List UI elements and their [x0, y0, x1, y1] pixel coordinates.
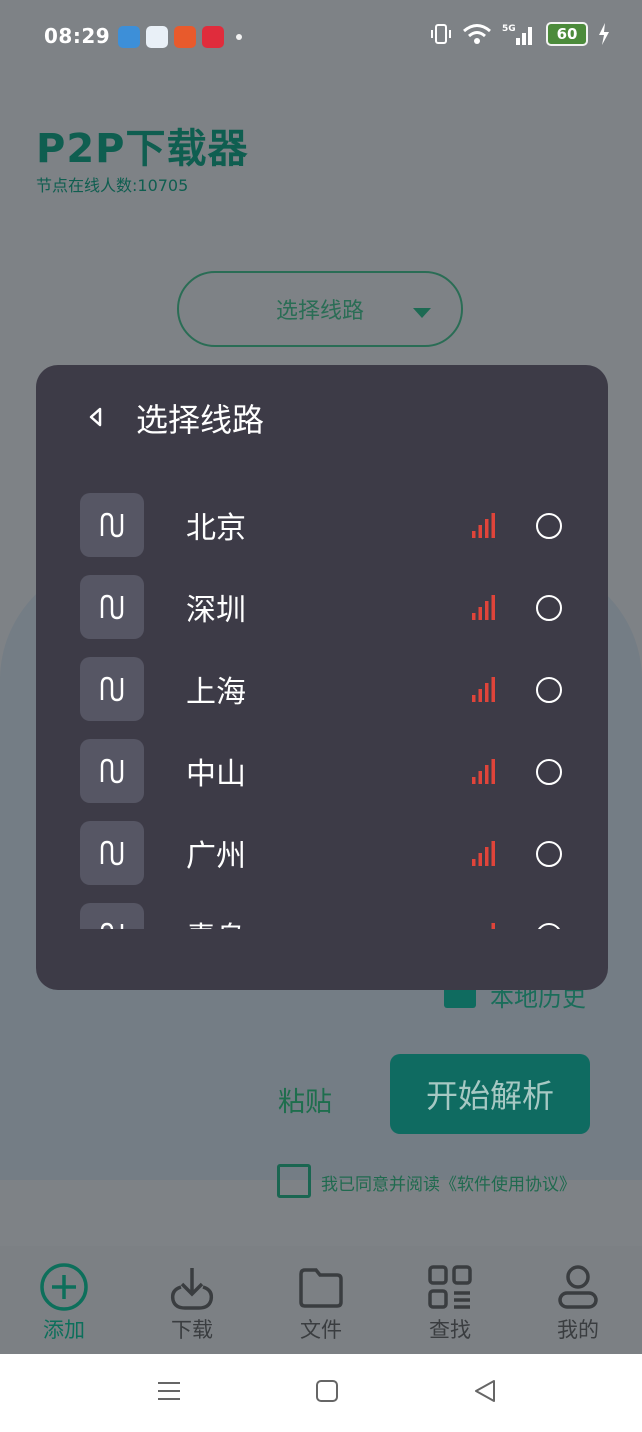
- route-option[interactable]: 深圳: [36, 573, 608, 655]
- route-tile: [80, 821, 144, 885]
- back-arrow-icon[interactable]: [86, 405, 106, 429]
- route-wave-icon: [100, 512, 124, 538]
- route-wave-icon: [100, 840, 124, 866]
- route-wave-icon: [100, 676, 124, 702]
- app-title: P2P下载器: [36, 126, 249, 172]
- route-radio-button[interactable]: [536, 677, 562, 703]
- route-list[interactable]: 北京深圳上海中山广州青岛: [36, 489, 608, 929]
- start-parse-label: 开始解析: [425, 1077, 554, 1115]
- dialog-title: 选择线路: [136, 401, 265, 439]
- tab-label: 下载: [171, 1318, 213, 1342]
- route-option[interactable]: 中山: [36, 737, 608, 819]
- route-city-label: 深圳: [186, 593, 246, 628]
- agreement-checkbox[interactable]: [277, 1164, 311, 1198]
- route-city-label: 上海: [186, 675, 246, 710]
- recent-apps-icon[interactable]: [156, 1378, 182, 1404]
- tab-label: 文件: [300, 1318, 342, 1342]
- signal-strength-icon: [472, 759, 495, 784]
- charging-icon: [599, 23, 609, 45]
- signal-strength-icon: [472, 513, 495, 538]
- route-tile: [80, 657, 144, 721]
- tab-label: 查找: [429, 1318, 471, 1342]
- online-count: 节点在线人数:10705: [36, 176, 189, 195]
- signal-strength-icon: [491, 923, 495, 929]
- signal-strength-icon: [472, 595, 495, 620]
- route-wave-icon: [100, 594, 124, 620]
- status-bar: 08:29 5G 60: [0, 0, 642, 74]
- route-city-label: 广州: [186, 839, 246, 874]
- paste-button[interactable]: 粘贴: [278, 1080, 332, 1119]
- route-selection-dialog: 选择线路 北京深圳上海中山广州青岛: [36, 365, 608, 990]
- route-tile: [80, 739, 144, 803]
- tab-label: 添加: [43, 1318, 85, 1342]
- wifi-icon: [463, 24, 491, 44]
- route-option[interactable]: 上海: [36, 655, 608, 737]
- svg-text:5G: 5G: [502, 24, 516, 34]
- dropdown-caret-icon: [413, 308, 431, 318]
- folder-icon: [299, 1268, 343, 1308]
- status-right: 5G 60: [430, 22, 610, 46]
- route-wave-icon: [100, 922, 124, 929]
- route-tile: [80, 903, 144, 929]
- route-option[interactable]: 广州: [36, 819, 608, 901]
- tab-files[interactable]: 文件: [281, 1262, 361, 1344]
- tab-add[interactable]: 添加: [24, 1262, 104, 1344]
- app-notification-icon: [118, 26, 140, 48]
- route-city-label: 北京: [186, 511, 246, 546]
- start-parse-button[interactable]: 开始解析: [390, 1054, 590, 1134]
- battery-indicator: 60: [546, 22, 588, 46]
- route-wave-icon: [100, 758, 124, 784]
- vibrate-icon: [431, 24, 451, 44]
- home-icon[interactable]: [314, 1378, 340, 1404]
- route-radio-button[interactable]: [536, 513, 562, 539]
- route-radio-button[interactable]: [536, 923, 562, 929]
- tab-download[interactable]: 下载: [152, 1262, 232, 1344]
- download-icon: [170, 1268, 214, 1310]
- app-notification-icon: [174, 26, 196, 48]
- app-notification-icon: [202, 26, 224, 48]
- signal-strength-icon: [472, 677, 495, 702]
- plus-circle-icon: [40, 1263, 88, 1311]
- signal-strength-icon: [472, 841, 495, 866]
- system-nav-bar: [0, 1354, 642, 1432]
- route-city-label: 青岛: [186, 913, 246, 929]
- route-tile: [80, 575, 144, 639]
- route-radio-button[interactable]: [536, 595, 562, 621]
- battery-level: 60: [556, 25, 578, 43]
- route-selector-label: 选择线路: [275, 299, 364, 324]
- cellular-5g-icon: 5G: [502, 24, 532, 45]
- user-icon: [558, 1265, 598, 1309]
- more-notifications-dot-icon: [236, 34, 242, 40]
- notification-icons: [118, 26, 242, 48]
- route-selector-button[interactable]: 选择线路: [177, 271, 463, 347]
- route-tile: [80, 493, 144, 557]
- route-radio-button[interactable]: [536, 759, 562, 785]
- route-city-label: 中山: [186, 757, 246, 792]
- route-option[interactable]: 青岛: [36, 901, 608, 929]
- status-time: 08:29: [44, 24, 111, 48]
- tab-label: 我的: [557, 1318, 599, 1342]
- grid-search-icon: [428, 1265, 472, 1309]
- tab-search[interactable]: 查找: [410, 1262, 490, 1344]
- app-notification-icon: [146, 26, 168, 48]
- agreement-link[interactable]: 我已同意并阅读《软件使用协议》: [321, 1170, 576, 1195]
- route-option[interactable]: 北京: [36, 491, 608, 573]
- tab-profile[interactable]: 我的: [538, 1262, 618, 1344]
- route-radio-button[interactable]: [536, 841, 562, 867]
- back-nav-icon[interactable]: [472, 1378, 498, 1404]
